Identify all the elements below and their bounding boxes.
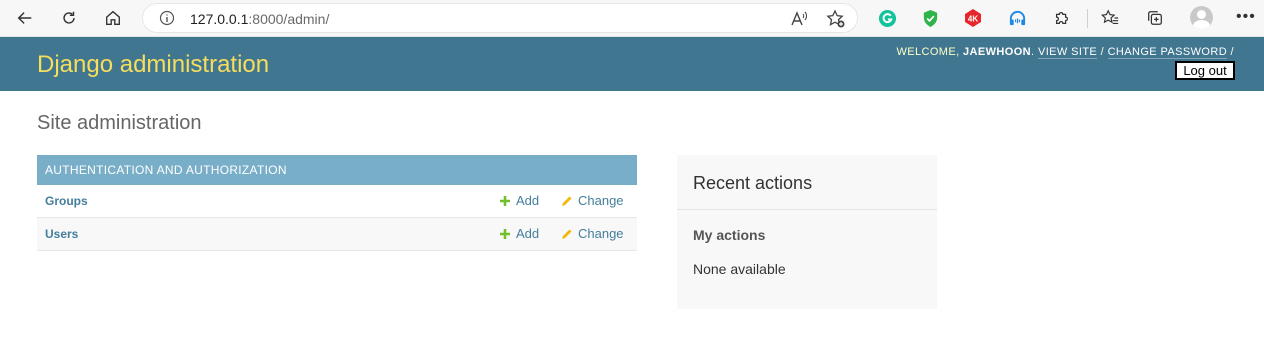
app-module-auth: Authentication and Authorization Groups … [37,155,637,251]
url-text: 127.0.0.1:8000/admin/ [190,11,329,27]
headphones-icon [1009,10,1025,25]
add-icon [500,195,510,206]
change-pencil-icon [562,229,572,239]
address-bar[interactable]: 127.0.0.1:8000/admin/ [142,3,858,33]
collections-button[interactable] [1145,8,1165,28]
page-title: Site administration [37,112,202,134]
separator-slash: / [1230,46,1234,58]
profile-button[interactable] [1190,6,1213,29]
module-caption[interactable]: Authentication and Authorization [37,155,637,185]
site-branding[interactable]: Django administration [37,51,269,79]
headphones-extension[interactable] [1007,8,1027,28]
profile-icon [1197,10,1206,19]
home-button[interactable] [98,4,128,32]
period: . [1031,46,1035,58]
svg-text:4K: 4K [968,15,978,24]
favorite-add-icon[interactable] [826,9,846,29]
model-link-groups[interactable]: Groups [45,194,88,208]
welcome-text: Welcome, [896,46,960,58]
info-icon[interactable] [159,10,175,26]
add-link[interactable]: Add [499,193,539,208]
divider [677,209,937,210]
grammarly-icon [878,9,896,27]
add-link[interactable]: Add [499,226,539,241]
favorites-button[interactable] [1100,8,1120,28]
refresh-icon [63,11,75,24]
admin-header: Django administration Welcome, jaewhoon.… [0,37,1264,91]
table-row: Groups Add Change [37,185,637,218]
extensions-icon [1055,11,1069,25]
read-aloud-icon[interactable] [789,9,809,29]
profile-icon-body [1193,20,1210,29]
back-button[interactable] [10,4,40,32]
change-password-link[interactable]: Change password [1107,46,1228,59]
my-actions-heading: My actions [693,227,766,243]
shield-extension[interactable] [920,8,940,28]
model-link-users[interactable]: Users [45,227,78,241]
recent-actions-panel: Recent actions My actions None available [677,155,937,309]
change-label: Change [578,226,624,241]
toolbar-separator [1087,9,1088,28]
view-site-link[interactable]: View site [1037,46,1098,59]
username: jaewhoon [963,46,1032,58]
recent-actions-title: Recent actions [693,173,813,193]
add-icon [500,228,510,239]
video-4k-icon: 4K [965,9,981,27]
change-label: Change [578,193,624,208]
user-tools: Welcome, jaewhoon. View site / Change pa… [896,46,1234,59]
shield-icon [923,9,937,27]
change-link[interactable]: Change [561,193,624,208]
url-path: :8000/admin/ [248,11,330,27]
more-icon[interactable]: ••• [1236,8,1256,26]
add-label: Add [516,226,540,241]
grammarly-extension[interactable] [877,8,897,28]
logout-button[interactable]: Log out [1175,61,1235,80]
back-arrow-icon [17,12,32,24]
url-host: 127.0.0.1 [190,11,249,27]
extensions-button[interactable] [1052,8,1072,28]
separator-slash: / [1100,46,1105,58]
browser-toolbar: 127.0.0.1:8000/admin/ 4K ••• [0,0,1264,37]
table-row: Users Add Change [37,218,637,251]
refresh-button[interactable] [54,4,84,32]
change-link[interactable]: Change [561,226,624,241]
home-icon [106,10,120,25]
empty-actions-text: None available [693,261,786,277]
favorites-icon [1101,9,1119,24]
video-4k-extension[interactable]: 4K [963,8,983,28]
change-pencil-icon [562,196,572,206]
collections-icon [1148,11,1162,25]
add-label: Add [516,193,540,208]
